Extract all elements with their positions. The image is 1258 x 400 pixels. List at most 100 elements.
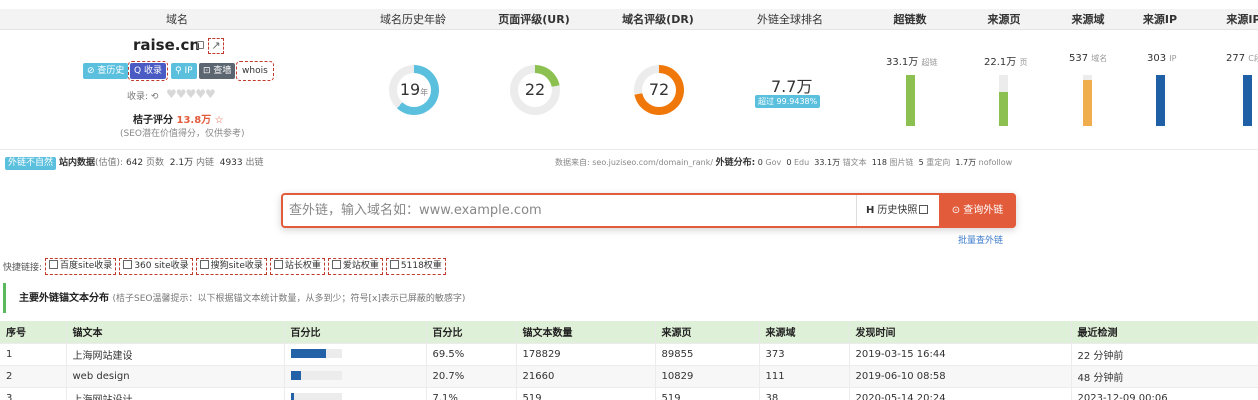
th-anchor: 锚文本 xyxy=(66,321,285,343)
outbound-links-count: 4933 xyxy=(219,158,243,168)
col-source-domains: 来源域 xyxy=(1071,13,1105,26)
row-anchor[interactable]: web design xyxy=(66,364,285,387)
gov-unit: Gov xyxy=(765,158,782,167)
percent-bar-fill xyxy=(290,371,302,380)
source-domains-bar-fill xyxy=(1083,80,1092,126)
row-anchor[interactable]: 上海网站建设 xyxy=(66,342,285,365)
row-index: 1 xyxy=(0,342,67,365)
table-row: 3 上海网站设计 7.1% 519 519 38 2020-05-14 20:2… xyxy=(0,386,1258,400)
col-global-rank: 外链全球排名 xyxy=(757,13,823,26)
source-ip-net-unit: C段 xyxy=(1248,54,1258,63)
source-ip-bar xyxy=(1156,75,1165,126)
source-pages-bar xyxy=(999,75,1008,126)
row-last-check: 2023-12-09 00:06 xyxy=(1071,386,1258,400)
source-ip-net-label: 277 C段 xyxy=(1226,53,1258,64)
inclusion-text: 收录: xyxy=(127,92,149,102)
row-source-domains: 111 xyxy=(759,364,850,387)
row-source-pages: 10829 xyxy=(655,364,760,387)
section-title: 主要外链锚文本分布 xyxy=(19,293,109,304)
domain-name: raise.cn xyxy=(133,36,201,54)
row-percent-bar xyxy=(284,364,427,387)
external-link-icon xyxy=(389,260,399,269)
refresh-icon[interactable]: ⟲ xyxy=(151,92,159,102)
unnatural-links-badge: 外链不自然 xyxy=(5,157,57,170)
source-ip-value: 303 xyxy=(1147,53,1167,64)
th-source-domains: 来源域 xyxy=(759,321,850,343)
query-links-button[interactable]: ⊙ 查询外链 xyxy=(939,193,1016,228)
ip-button[interactable]: ⚲ IP xyxy=(171,63,197,79)
whois-button[interactable]: whois xyxy=(236,61,274,81)
external-link-icon[interactable]: ↗ xyxy=(208,38,224,54)
source-pages-unit: 页 xyxy=(1019,58,1028,67)
source-domains-label: 537 域名 xyxy=(1069,53,1107,64)
quick-link-baidu[interactable]: 百度site收录 xyxy=(45,258,117,275)
search-input[interactable] xyxy=(283,195,855,226)
quick-link-sogou[interactable]: 搜狗site收录 xyxy=(195,258,267,275)
score-value: 13.8万 ☆ xyxy=(176,115,224,126)
col-domain: 域名 xyxy=(166,13,188,26)
source-ip-net-bar xyxy=(1243,75,1252,126)
external-link-icon xyxy=(331,260,341,269)
edu-unit: Edu xyxy=(793,158,810,167)
history-button[interactable]: ⊘ 查历史 xyxy=(83,63,129,79)
percent-bar-fill xyxy=(290,349,326,358)
source-ip-unit: IP xyxy=(1169,54,1177,63)
table-row: 1 上海网站建设 69.5% 178829 89855 373 2019-03-… xyxy=(0,342,1258,365)
links-label: 33.1万 超链 xyxy=(886,53,937,68)
data-source-link[interactable]: 数据来自: seo.juziseo.com/domain_rank/ xyxy=(555,158,713,167)
row-index: 3 xyxy=(0,386,67,400)
inclusion-label: 收录: ⟲ xyxy=(127,89,158,102)
anchor-distribution-section: 主要外链锚文本分布 (桔子SEO温馨提示：以下根据锚文本统计数量，从多到少；符号… xyxy=(3,283,1258,313)
quick-link-label: 站长权重 xyxy=(284,261,321,271)
quick-link-5118[interactable]: 5118权重 xyxy=(385,258,446,275)
source-pages-label: 22.1万 页 xyxy=(984,53,1027,68)
age-unit: 年 xyxy=(420,88,429,97)
age-number: 19 xyxy=(399,80,421,99)
quick-links-title: 快捷链接: xyxy=(3,263,43,273)
source-domains-bar xyxy=(1083,75,1092,126)
history-snapshot-checkbox[interactable] xyxy=(919,205,929,214)
image-link-count: 118 xyxy=(871,158,887,167)
row-percent: 20.7% xyxy=(426,364,517,387)
row-anchor[interactable]: 上海网站设计 xyxy=(66,386,285,400)
outbound-links-unit: 出链 xyxy=(245,158,264,168)
row-anchor-count: 21660 xyxy=(516,364,656,387)
row-source-domains: 38 xyxy=(759,386,850,400)
distribution-label: 外链分布: xyxy=(715,158,756,168)
anchor-table: 序号 锚文本 百分比 百分比 锚文本数量 来源页 来源域 发现时间 最近检测 1… xyxy=(0,321,1258,400)
links-value: 33.1万 xyxy=(886,57,919,68)
row-percent-bar xyxy=(284,386,427,400)
external-link-icon xyxy=(199,260,209,269)
quick-link-label: 5118权重 xyxy=(400,261,442,271)
quick-link-aizhan[interactable]: 爱站权重 xyxy=(327,258,383,275)
col-source-ip: 来源IP xyxy=(1142,13,1178,26)
index-button[interactable]: Q 收录 xyxy=(128,61,168,81)
quick-link-chinaz[interactable]: 站长权重 xyxy=(269,258,325,275)
row-index: 2 xyxy=(0,364,67,387)
row-percent-bar xyxy=(284,342,427,365)
wall-check-button[interactable]: ⊡ 查墙 xyxy=(199,63,236,79)
row-percent: 7.1% xyxy=(426,386,517,400)
global-rank-value: 7.7万 xyxy=(771,77,813,96)
batch-query-link[interactable]: 批量查外链 xyxy=(958,233,1003,246)
internal-links-unit: 内链 xyxy=(195,158,214,168)
th-found-time: 发现时间 xyxy=(849,321,1072,343)
percent-bar xyxy=(290,349,342,358)
quick-link-360[interactable]: 360 site收录 xyxy=(119,258,193,275)
gov-count: 0 xyxy=(757,158,763,167)
row-found-time: 2019-06-10 08:58 xyxy=(849,364,1072,387)
row-source-pages: 89855 xyxy=(655,342,760,365)
col-ur: 页面评级(UR) xyxy=(498,13,570,26)
internal-links-count: 2.1万 xyxy=(169,158,194,168)
orange-score: 桔子评分 13.8万 ☆ xyxy=(133,111,224,126)
history-snapshot-toggle[interactable]: H 历史快照 xyxy=(856,195,939,226)
copy-icon[interactable] xyxy=(197,41,204,49)
th-anchor-count: 锚文本数量 xyxy=(516,321,656,343)
rank-percentile-badge: 超过 99.9438% xyxy=(755,95,821,108)
quick-links: 快捷链接: 百度site收录 360 site收录 搜狗site收录 站长权重 爱站权重 5… xyxy=(3,258,449,277)
table-row: 2 web design 20.7% 21660 10829 111 2019-… xyxy=(0,364,1258,387)
source-ip-label: 303 IP xyxy=(1147,53,1176,64)
domain-age-value: 19年 xyxy=(389,65,439,115)
nofollow-unit: nofollow xyxy=(978,158,1013,167)
metrics-row: raise.cn ↗ ⊘ 查历史 Q 收录 ⚲ IP ⊡ 查墙 whois 收录… xyxy=(0,30,1258,150)
